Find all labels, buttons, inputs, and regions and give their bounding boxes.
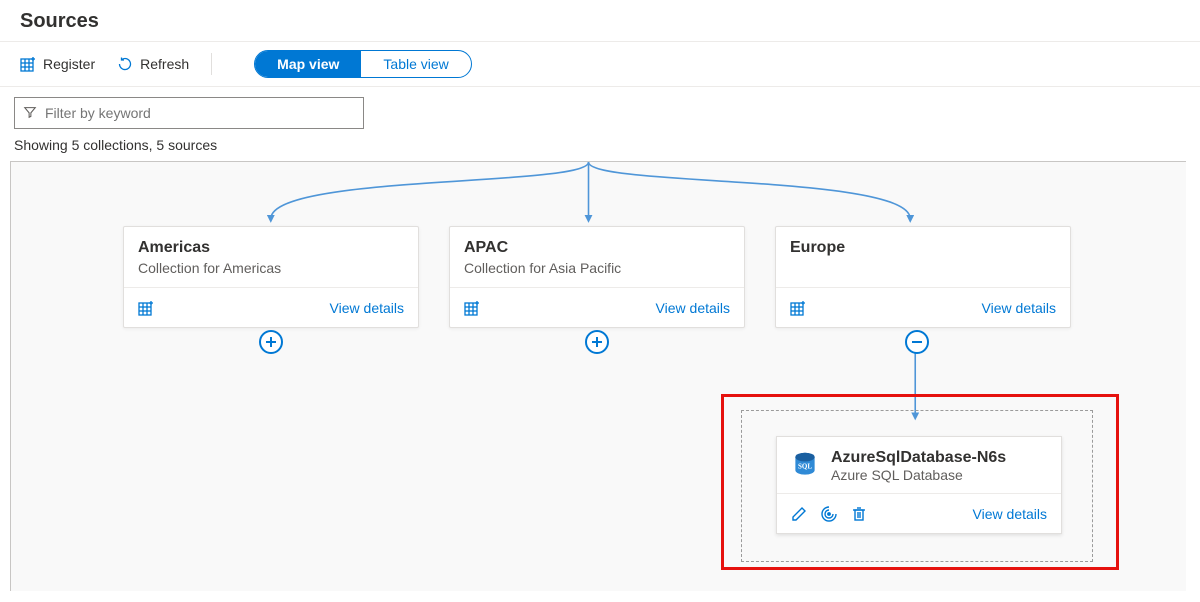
grid-register-icon[interactable] [790,300,806,316]
toolbar-separator [211,53,212,75]
map-view-tab[interactable]: Map view [255,51,361,77]
expand-toggle-americas[interactable] [259,330,283,354]
view-details-link[interactable]: View details [973,506,1047,522]
count-text: Showing 5 collections, 5 sources [0,137,1200,161]
filter-icon [23,105,37,122]
view-toggle: Map view Table view [254,50,472,78]
table-view-tab[interactable]: Table view [361,51,470,77]
register-button[interactable]: Register [20,56,95,72]
register-label: Register [43,56,95,72]
refresh-label: Refresh [140,56,189,72]
card-title: Americas [138,239,404,257]
page-header: Sources [0,0,1200,42]
filter-row [0,87,1200,137]
collection-card-americas[interactable]: Americas Collection for Americas View de… [123,226,419,328]
collection-card-europe[interactable]: Europe View details [775,226,1071,328]
card-title: Europe [790,239,1056,257]
map-canvas-wrap: Americas Collection for Americas View de… [10,161,1186,591]
card-subtitle: Collection for Americas [138,260,404,276]
source-title: AzureSqlDatabase-N6s [831,449,1006,467]
view-details-link[interactable]: View details [330,300,404,316]
source-subtitle: Azure SQL Database [831,467,1006,483]
filter-input-wrap[interactable] [14,97,364,129]
grid-register-icon [20,56,36,72]
refresh-button[interactable]: Refresh [117,56,189,72]
filter-input[interactable] [45,105,355,121]
view-details-link[interactable]: View details [656,300,730,316]
azure-sql-icon: SQL [791,451,819,482]
card-title: APAC [464,239,730,257]
edit-icon[interactable] [791,506,807,522]
svg-text:SQL: SQL [798,462,812,470]
map-canvas[interactable]: Americas Collection for Americas View de… [11,162,1186,591]
card-subtitle: Collection for Asia Pacific [464,260,730,276]
collapse-toggle-europe[interactable] [905,330,929,354]
toolbar: Register Refresh Map view Table view [0,42,1200,87]
source-card-azure-sql[interactable]: SQL AzureSqlDatabase-N6s Azure SQL Datab… [776,436,1062,534]
scan-icon[interactable] [821,506,837,522]
grid-register-icon[interactable] [464,300,480,316]
refresh-icon [117,56,133,72]
expand-toggle-apac[interactable] [585,330,609,354]
view-details-link[interactable]: View details [982,300,1056,316]
collection-card-apac[interactable]: APAC Collection for Asia Pacific View de… [449,226,745,328]
delete-icon[interactable] [851,506,867,522]
grid-register-icon[interactable] [138,300,154,316]
page-title: Sources [20,10,1180,33]
